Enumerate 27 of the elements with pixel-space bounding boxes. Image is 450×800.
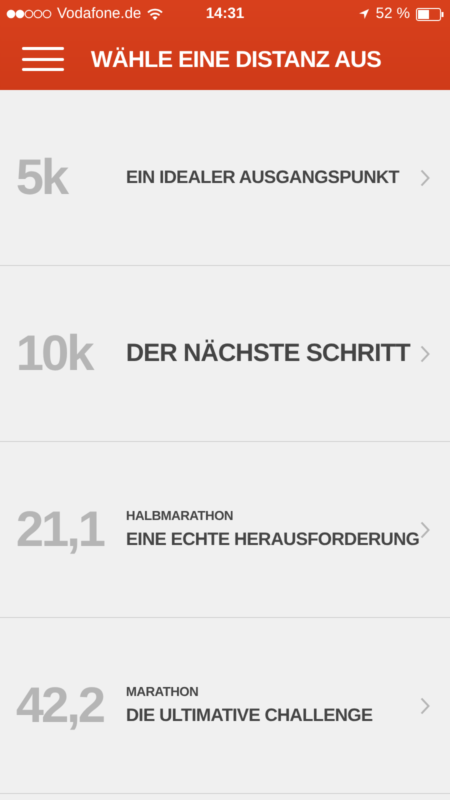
- menu-button[interactable]: [22, 47, 64, 71]
- distance-value: 42,2: [16, 676, 105, 735]
- distance-row[interactable]: 42,2 MARATHON DIE ULTIMATIVE CHALLENGE: [0, 618, 450, 794]
- battery-icon: [416, 8, 444, 20]
- distance-row[interactable]: 21,1 HALBMARATHON EINE ECHTE HERAUSFORDERUNG: [0, 442, 450, 618]
- wifi-icon: [146, 7, 164, 21]
- chevron-right-icon: [420, 520, 430, 538]
- distance-row[interactable]: 10k DER NÄCHSTE SCHRITT: [0, 266, 450, 442]
- distance-value: 5k: [16, 148, 68, 207]
- chevron-right-icon: [420, 168, 430, 186]
- distance-label: HALBMARATHON: [126, 507, 234, 526]
- distance-label: MARATHON: [126, 683, 200, 702]
- carrier-name: Vodafone.de: [57, 4, 142, 24]
- chevron-right-icon: [420, 344, 430, 362]
- distance-value: 21,1: [16, 500, 105, 559]
- clock-time: 14:31: [206, 4, 244, 24]
- signal-strength-icon: [6, 9, 52, 19]
- distance-title: DER NÄCHSTE SCHRITT: [126, 338, 412, 369]
- location-arrow-icon: [358, 8, 370, 20]
- distance-title: DIE ULTIMATIVE CHALLENGE: [126, 704, 374, 727]
- distance-title: EINE ECHTE HERAUSFORDERUNG: [126, 528, 420, 551]
- header-title: WÄHLE EINE DISTANZ AUS: [90, 44, 382, 74]
- distance-row[interactable]: 5k EIN IDEALER AUSGANGSPUNKT: [0, 90, 450, 266]
- battery-percentage: 52 %: [376, 4, 410, 24]
- distance-value: 10k: [16, 324, 94, 383]
- distance-title: EIN IDEALER AUSGANGSPUNKT: [126, 166, 400, 189]
- chevron-right-icon: [420, 696, 430, 714]
